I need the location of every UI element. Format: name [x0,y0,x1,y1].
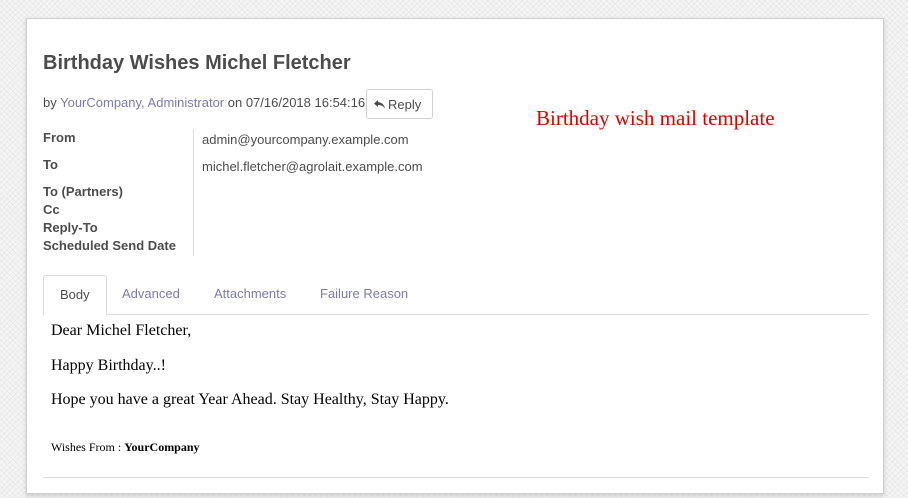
tab-advanced[interactable]: Advanced [106,275,196,315]
to-partners-label: To (Partners) [43,184,123,199]
body-signature: Wishes From : YourCompany [51,440,200,455]
body-line-2: Hope you have a great Year Ahead. Stay H… [51,391,449,408]
from-value: admin@yourcompany.example.com [202,132,409,147]
tab-failure-reason[interactable]: Failure Reason [304,275,424,315]
from-label: From [43,130,76,145]
cc-label: Cc [43,202,60,217]
template-annotation: Birthday wish mail template [536,106,775,130]
reply-button[interactable]: Reply [366,89,433,119]
tab-body[interactable]: Body [43,275,107,316]
reply-arrow-icon [374,99,385,109]
mail-subject-title: Birthday Wishes Michel Fletcher [43,52,351,74]
to-label: To [43,157,58,172]
byline-prefix: by [43,95,61,110]
scheduled-send-date-label: Scheduled Send Date [43,238,176,253]
fields-divider [193,129,194,256]
bottom-divider [43,477,869,478]
body-greeting: Dear Michel Fletcher, [51,322,192,339]
author-link[interactable]: YourCompany, Administrator [60,95,224,110]
mail-form-sheet: Birthday Wishes Michel Fletcher by YourC… [26,18,884,494]
mail-byline: by YourCompany, Administrator on 07/16/2… [43,95,365,110]
body-line-1: Happy Birthday..! [51,357,166,374]
reply-to-label: Reply-To [43,220,98,235]
to-value: michel.fletcher@agrolait.example.com [202,159,423,174]
tab-attachments[interactable]: Attachments [198,275,302,315]
signature-prefix: Wishes From : [51,440,125,454]
signature-company: YourCompany [124,440,200,454]
mail-tabs: Body Advanced Attachments Failure Reason [43,275,869,316]
mail-date: on 07/16/2018 16:54:16 [224,95,366,110]
mail-fields: From admin@yourcompany.example.com To mi… [43,129,643,256]
reply-button-label: Reply [388,96,422,112]
